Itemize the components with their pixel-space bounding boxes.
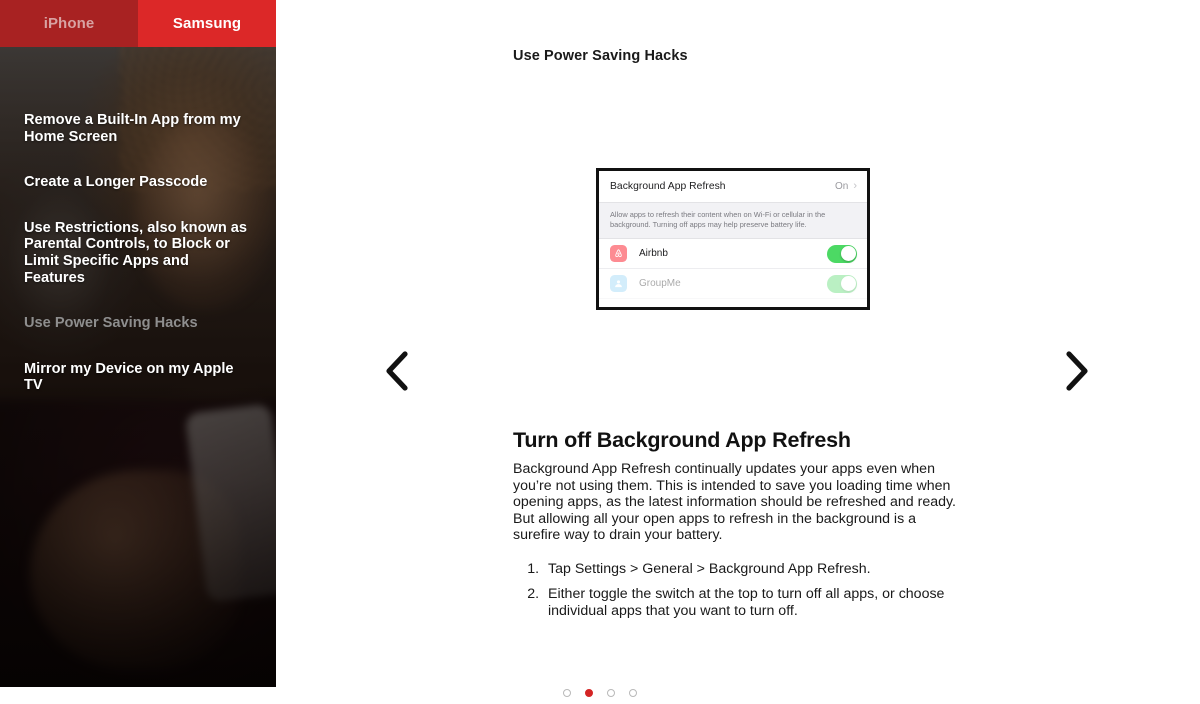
tab-samsung[interactable]: Samsung: [138, 0, 276, 47]
next-slide-button[interactable]: [1050, 343, 1104, 399]
sidebar-item-remove-builtin-app[interactable]: Remove a Built-In App from my Home Scree…: [24, 112, 252, 145]
article-step-2: Either toggle the switch at the top to t…: [543, 586, 963, 619]
tab-iphone-label: iPhone: [43, 15, 95, 32]
pagination-dots: [0, 689, 1200, 697]
screenshot-header-title: Background App Refresh: [610, 181, 726, 192]
screenshot-app-row-groupme: GroupMe: [599, 269, 867, 300]
airbnb-icon: [610, 245, 627, 263]
article-steps-list: Tap Settings > General > Background App …: [543, 561, 963, 620]
article: Turn off Background App Refresh Backgrou…: [513, 428, 963, 628]
chevron-left-icon: [386, 351, 408, 391]
screenshot-description: Allow apps to refresh their content when…: [599, 203, 867, 240]
sidebar-nav: Remove a Built-In App from my Home Scree…: [0, 47, 276, 423]
sidebar: iPhone Samsung Remove a Built-In App fro…: [0, 0, 276, 687]
article-paragraph: Background App Refresh continually updat…: [513, 461, 956, 543]
article-step-1: Tap Settings > General > Background App …: [543, 561, 963, 578]
screenshot-header-value: On: [834, 181, 849, 192]
screenshot-app-row-airbnb: Airbnb: [599, 239, 867, 270]
app-root: iPhone Samsung Remove a Built-In App fro…: [0, 0, 1200, 704]
screenshot-toggle-airbnb[interactable]: [827, 244, 857, 263]
chevron-right-icon: [1066, 351, 1088, 391]
tab-samsung-label: Samsung: [172, 15, 242, 32]
phone-screenshot-card: Background App Refresh On › Allow apps t…: [596, 168, 870, 310]
toggle-knob: [840, 246, 856, 262]
screenshot-header-row: Background App Refresh On ›: [599, 171, 867, 203]
article-body: Background App Refresh continually updat…: [513, 461, 963, 544]
page-title: Use Power Saving Hacks: [513, 48, 688, 64]
toggle-knob: [840, 276, 856, 292]
screenshot-header-value-group: On ›: [834, 180, 857, 193]
sidebar-item-use-restrictions[interactable]: Use Restrictions, also known as Parental…: [24, 220, 252, 286]
chevron-right-icon: ›: [853, 180, 857, 192]
pagination-dot-3[interactable]: [607, 689, 615, 697]
screenshot-app-name-airbnb: Airbnb: [639, 248, 668, 260]
content-pane: Use Power Saving Hacks Background App Re…: [276, 0, 1200, 704]
sidebar-item-power-saving-hacks[interactable]: Use Power Saving Hacks: [24, 315, 252, 332]
pagination-dot-2[interactable]: [585, 689, 593, 697]
platform-tabs: iPhone Samsung: [0, 0, 276, 47]
screenshot-app-name-groupme: GroupMe: [639, 278, 681, 290]
sidebar-item-mirror-apple-tv[interactable]: Mirror my Device on my Apple TV: [24, 361, 252, 394]
previous-slide-button[interactable]: [370, 343, 424, 399]
pagination-dot-1[interactable]: [563, 689, 571, 697]
article-heading: Turn off Background App Refresh: [513, 428, 851, 452]
sidebar-item-longer-passcode[interactable]: Create a Longer Passcode: [24, 174, 252, 191]
groupme-icon: [610, 275, 627, 293]
tab-iphone[interactable]: iPhone: [0, 0, 138, 47]
screenshot-toggle-groupme[interactable]: [827, 274, 857, 293]
pagination-dot-4[interactable]: [629, 689, 637, 697]
